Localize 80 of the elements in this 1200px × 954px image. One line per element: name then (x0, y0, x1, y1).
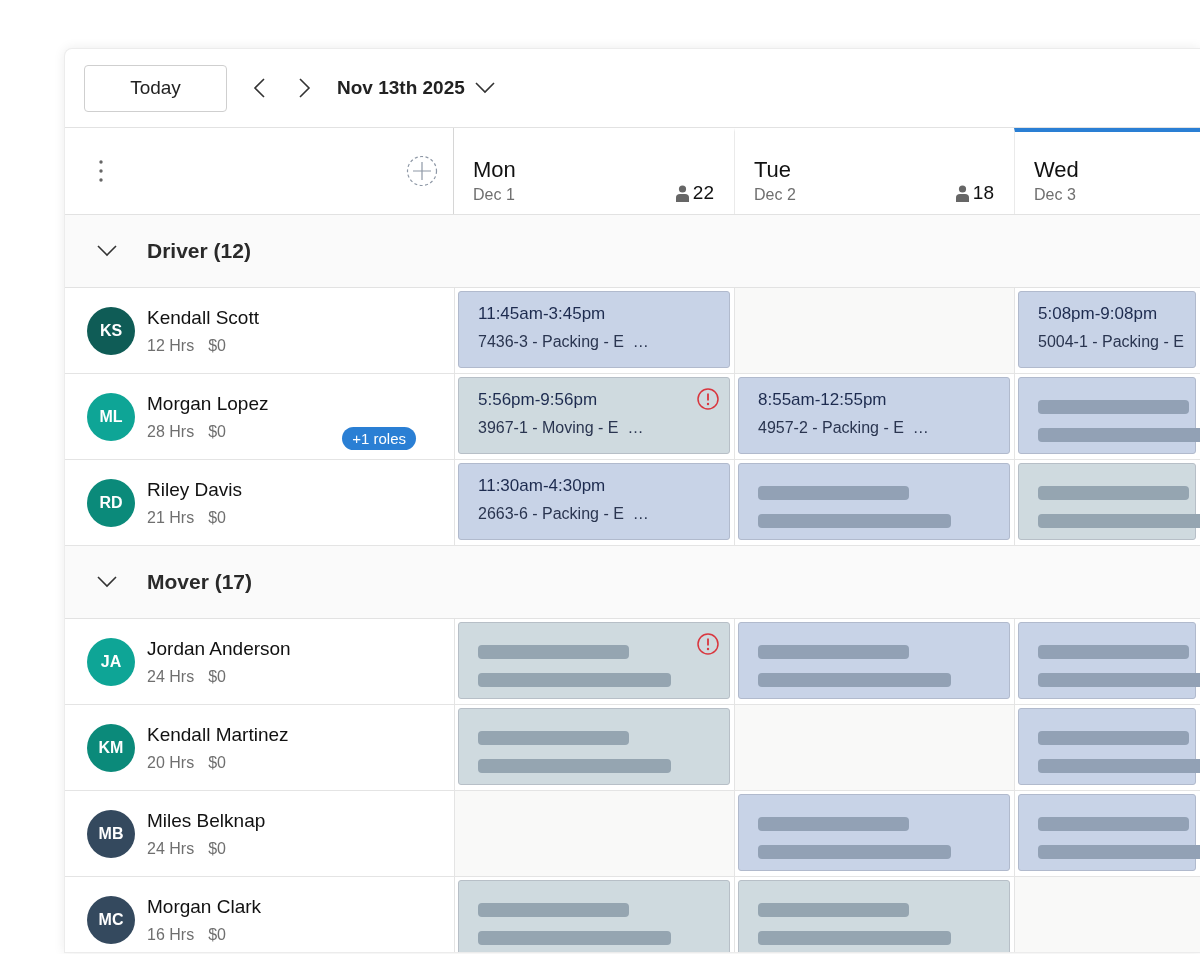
empty-slot[interactable] (735, 705, 1014, 790)
employee-name: Kendall Martinez (147, 723, 289, 747)
shift-time: 11:30am-4:30pm (478, 475, 607, 497)
shift-detail: 4957-2 - Packing - E … (758, 418, 930, 438)
shift-card[interactable]: 11:30am-4:30pm 2663-6 - Packing - E … (458, 463, 730, 540)
employee-name: Miles Belknap (147, 809, 266, 833)
placeholder-card[interactable] (738, 880, 1010, 952)
person-icon (955, 184, 969, 202)
empty-slot[interactable] (735, 288, 1014, 373)
shift-detail: 2663-6 - Packing - E … (478, 504, 650, 524)
day-header[interactable]: Mon Dec 1 22 (454, 128, 734, 214)
shift-card[interactable]: 11:45am-3:45pm 7436-3 - Packing - E … (458, 291, 730, 368)
day-date: Dec 2 (754, 186, 796, 204)
employee-cost: $0 (208, 668, 226, 686)
today-button[interactable]: Today (84, 64, 227, 112)
employee-hours: 28 Hrs (147, 423, 195, 441)
employee-name: Kendall Scott (147, 306, 259, 330)
shift-card[interactable]: 5:08pm-9:08pm 5004-1 - Packing - E (1018, 291, 1196, 368)
headcount: 22 (692, 182, 714, 204)
employee-hours: 16 Hrs (147, 926, 195, 944)
employee-cost: $0 (208, 754, 226, 772)
shift-card[interactable]: 8:55am-12:55pm 4957-2 - Packing - E … (738, 377, 1010, 454)
employee-cost: $0 (208, 337, 226, 355)
employee-hours: 24 Hrs (147, 668, 195, 686)
avatar: MC (87, 895, 135, 944)
employee-cost: $0 (208, 840, 226, 858)
avatar: ML (87, 392, 135, 441)
day-name: Mon (473, 157, 516, 183)
placeholder-card[interactable] (738, 463, 1010, 540)
roles-badge[interactable]: +1 roles (342, 427, 416, 450)
chevron-down-icon[interactable] (97, 245, 117, 257)
shift-time: 5:08pm-9:08pm (1038, 303, 1159, 325)
shift-card[interactable]: 5:56pm-9:56pm 3967-1 - Moving - E … (458, 377, 730, 454)
employee-name: Riley Davis (147, 478, 243, 502)
more-options-icon[interactable] (99, 160, 103, 182)
shift-detail: 3967-1 - Moving - E … (478, 418, 645, 438)
employee-name: Morgan Clark (147, 895, 262, 919)
day-header[interactable]: Tue Dec 2 18 (734, 128, 1014, 214)
employee-hours: 20 Hrs (147, 754, 195, 772)
shift-detail: 7436-3 - Packing - E … (478, 332, 650, 352)
avatar: KM (87, 723, 135, 772)
placeholder-card[interactable] (738, 794, 1010, 871)
day-date: Dec 3 (1034, 186, 1077, 204)
empty-slot[interactable] (455, 791, 734, 876)
avatar: KS (87, 306, 135, 355)
shift-time: 5:56pm-9:56pm (478, 389, 599, 411)
employee-hours: 12 Hrs (147, 337, 195, 355)
headcount: 18 (972, 182, 994, 204)
employee-hours: 24 Hrs (147, 840, 195, 858)
avatar: MB (87, 809, 135, 858)
employee-cost: $0 (208, 509, 226, 527)
empty-slot[interactable] (1015, 877, 1200, 952)
day-date: Dec 1 (473, 186, 516, 204)
employee-name: Jordan Anderson (147, 637, 291, 661)
previous-button[interactable] (253, 78, 265, 98)
avatar: JA (87, 637, 135, 686)
shift-time: 11:45am-3:45pm (478, 303, 607, 325)
day-name: Tue (754, 157, 793, 183)
group-title: Mover (17) (147, 570, 253, 594)
placeholder-card[interactable] (458, 880, 730, 952)
day-name: Wed (1034, 157, 1079, 183)
next-button[interactable] (299, 78, 311, 98)
placeholder-card[interactable] (738, 622, 1010, 699)
add-icon[interactable] (406, 155, 438, 187)
employee-name: Morgan Lopez (147, 392, 269, 416)
placeholder-card[interactable] (458, 708, 730, 785)
chevron-right-icon (299, 78, 311, 98)
shift-detail: 5004-1 - Packing - E (1038, 332, 1185, 352)
employee-cost: $0 (208, 926, 226, 944)
placeholder-card[interactable] (458, 622, 730, 699)
group-title: Driver (12) (147, 239, 251, 263)
chevron-down-icon (474, 82, 495, 94)
employee-cost: $0 (208, 423, 226, 441)
person-icon (675, 184, 689, 202)
shift-time: 8:55am-12:55pm (758, 389, 888, 411)
date-picker[interactable]: Nov 13th 2025 (337, 77, 495, 99)
employee-hours: 21 Hrs (147, 509, 195, 527)
avatar: RD (87, 478, 135, 527)
chevron-down-icon[interactable] (97, 576, 117, 588)
chevron-left-icon (253, 78, 265, 98)
